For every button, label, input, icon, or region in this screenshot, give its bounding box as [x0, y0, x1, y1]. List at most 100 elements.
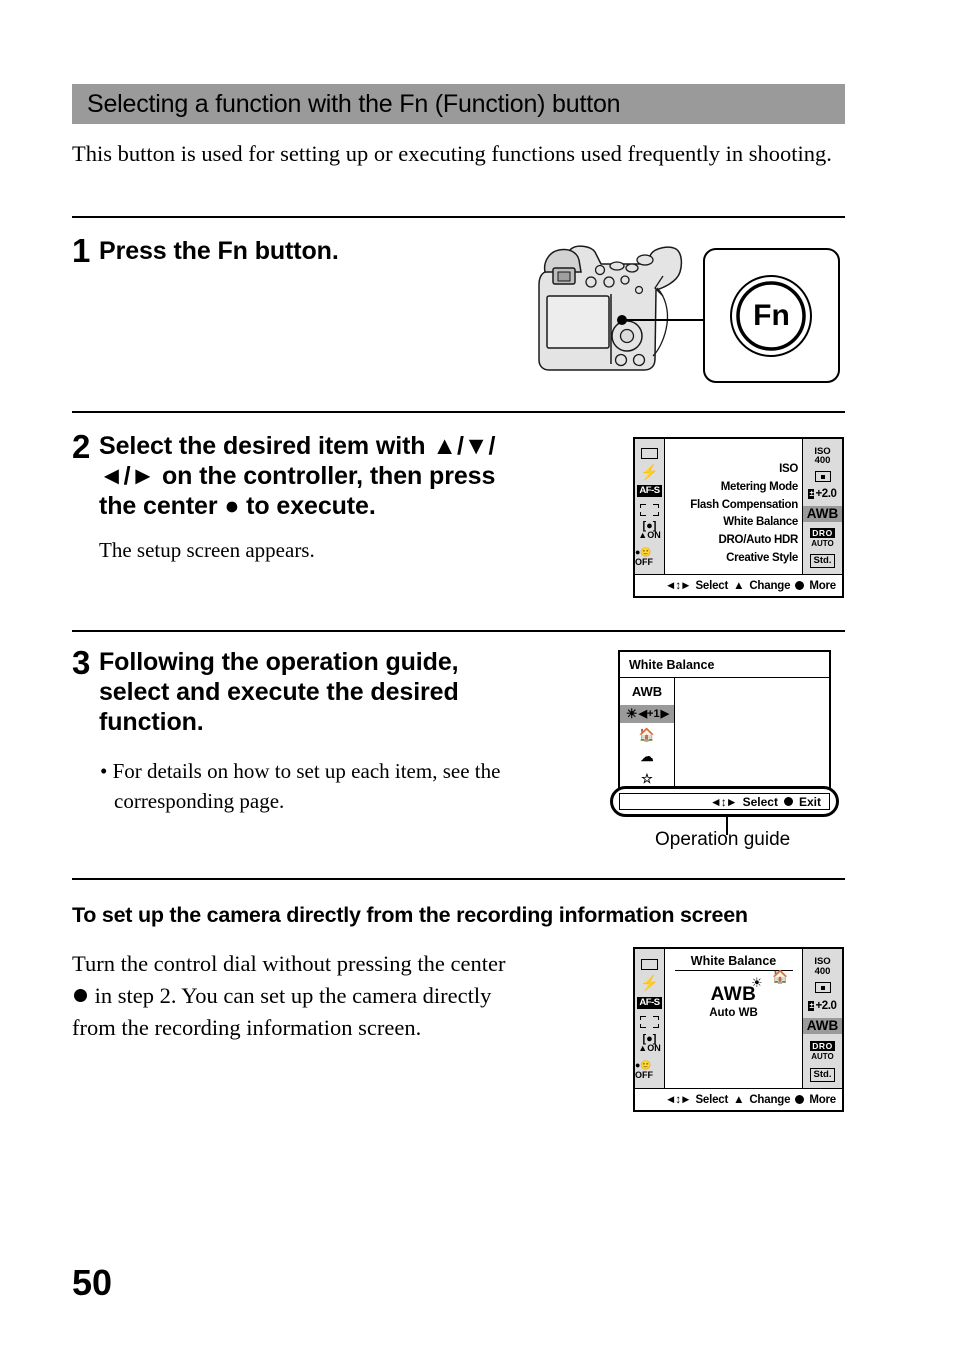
guide-more-label: More	[809, 579, 836, 592]
incandescent-icon: ☆	[641, 771, 653, 787]
cloudy-icon: ☁	[640, 749, 654, 765]
list-item: • For details on how to set up each item…	[100, 759, 501, 813]
intro-paragraph: This button is used for setting up or ex…	[72, 141, 832, 166]
wb-direct-pane: White Balance ☀ 🏠 AWB Auto WB	[665, 949, 802, 1088]
paragraph-part-2: in step 2. You can set up the camera dir…	[72, 983, 492, 1040]
nav-arrows-icon: ◄↕►	[664, 579, 691, 592]
function-menu-list: ISO Metering Mode Flash Compensation Whi…	[690, 461, 798, 568]
nav-arrows-icon: ◄↕►	[664, 1093, 691, 1106]
paragraph-part-1: Turn the control dial without pressing t…	[72, 951, 506, 976]
operation-guide-bar: ◄↕► Select ▲ Change More	[635, 574, 842, 596]
left-status-column: ⚡ AF-S [●] ▲ON ●🙂OFF	[635, 439, 665, 574]
creative-style-value: Std.	[809, 1067, 836, 1082]
wb-overlay-value: AWB	[710, 984, 757, 1005]
center-button-icon	[795, 1095, 805, 1104]
flash-compensation-value: ± +2.0	[808, 488, 837, 501]
guide-select-label: Select	[695, 579, 729, 592]
divider-above-step-1	[72, 216, 845, 218]
wb-option-list: AWB ☀ ◀ +1 ▶ 🏠 ☁ ☆	[620, 678, 675, 788]
step-2-number: 2	[72, 428, 91, 465]
wb-option-daylight[interactable]: ☀ ◀ +1 ▶	[620, 704, 674, 723]
divider-above-direct-section	[72, 878, 845, 880]
flash-comp-badge-icon: ±	[808, 1000, 815, 1011]
af-area-icon	[640, 503, 659, 516]
step-2-subtext: The setup screen appears.	[99, 538, 315, 562]
flash-mode-icon: ⚡	[640, 463, 659, 481]
direct-section-heading: To set up the camera directly from the r…	[72, 903, 748, 927]
wb-option-awb[interactable]: AWB	[620, 683, 674, 701]
guide-more-label: More	[809, 1093, 836, 1106]
rec-info-screen-direct: ⚡ AF-S [●] ▲ON ●🙂OFF White Balance ☀ 🏠 AW…	[633, 947, 844, 1112]
flash-compensation-value: ± +2.0	[808, 999, 837, 1012]
operation-guide-callout: ◄↕► Select Exit	[610, 786, 839, 817]
section-header: Selecting a function with the Fn (Functi…	[72, 84, 845, 124]
drive-mode-icon	[641, 958, 658, 970]
center-button-inline-icon	[74, 989, 87, 1002]
face-detection-icon: ●🙂OFF	[635, 546, 653, 567]
wb-option-shade[interactable]: 🏠	[620, 727, 674, 745]
shade-icon: 🏠	[772, 969, 789, 984]
fn-button-callout: Fn	[703, 248, 840, 383]
dial-icon: ▲	[733, 1093, 745, 1106]
wb-center-button-icon	[783, 797, 793, 806]
white-balance-value: AWB	[803, 1018, 842, 1035]
manual-page: Selecting a function with the Fn (Functi…	[0, 0, 954, 1345]
steadyshot-icon: [●] ▲ON	[638, 520, 661, 541]
center-button-icon	[795, 581, 805, 590]
menu-item-flash-compensation[interactable]: Flash Compensation	[690, 497, 798, 515]
wb-adjust-arrows-icon: ◀	[638, 708, 648, 721]
creative-style-value: Std.	[809, 554, 836, 569]
right-value-column-direct: ISO 400 ± +2.0 AWB DRO AUTO Std.	[802, 949, 842, 1088]
iso-value: ISO 400	[814, 956, 831, 977]
wb-guide-exit-label: Exit	[798, 794, 821, 809]
operation-guide-bar-direct: ◄↕► Select ▲ Change More	[635, 1088, 842, 1110]
dro-value: DRO AUTO	[810, 1041, 835, 1062]
page-number: 50	[72, 1262, 113, 1303]
drive-mode-icon	[641, 448, 658, 460]
menu-item-dro-auto-hdr[interactable]: DRO/Auto HDR	[719, 532, 799, 550]
menu-item-white-balance[interactable]: White Balance	[723, 514, 798, 532]
af-mode-icon: AF-S	[637, 996, 662, 1009]
left-status-column-direct: ⚡ AF-S [●] ▲ON ●🙂OFF	[635, 949, 665, 1088]
guide-change-label: Change	[749, 1093, 791, 1106]
white-balance-overlay: White Balance ☀ 🏠 AWB Auto WB	[665, 949, 802, 1088]
operation-guide-caption: Operation guide	[655, 829, 791, 850]
step-1-heading: Press the Fn button.	[99, 237, 339, 265]
fn-label: Fn	[753, 298, 790, 332]
menu-item-iso[interactable]: ISO	[779, 461, 798, 479]
wb-nav-arrows-icon: ◄↕►	[709, 794, 738, 809]
flash-mode-icon: ⚡	[640, 974, 659, 992]
wb-adjust-arrows-right-icon: ▶	[660, 708, 670, 721]
dial-icon: ▲	[733, 579, 745, 592]
wb-overlay-subvalue: Auto WB	[709, 1007, 758, 1019]
wb-preview-pane	[675, 678, 829, 788]
step-3-number: 3	[72, 644, 91, 681]
guide-select-label: Select	[695, 1093, 729, 1106]
iso-value: ISO 400	[814, 445, 831, 467]
wb-option-cloudy[interactable]: ☁	[620, 748, 674, 766]
right-value-column: ISO 400 ± +2.0 AWB DRO AUTO Std.	[802, 439, 842, 574]
guide-change-label: Change	[749, 579, 791, 592]
white-balance-value: AWB	[803, 505, 842, 522]
steadyshot-icon: [●] ▲ON	[638, 1033, 661, 1054]
spot-metering-icon	[814, 471, 831, 483]
step-3-heading: Following the operation guide, select an…	[99, 648, 459, 736]
shade-icon: 🏠	[638, 727, 656, 743]
divider-above-step-3	[72, 630, 845, 632]
wb-screen-title: White Balance	[620, 652, 829, 678]
daylight-sun-icon: ☀	[625, 705, 638, 721]
menu-item-creative-style[interactable]: Creative Style	[726, 550, 798, 568]
flash-comp-badge-icon: ±	[808, 489, 815, 500]
menu-item-metering-mode[interactable]: Metering Mode	[721, 479, 799, 497]
spot-metering-icon	[814, 982, 831, 994]
af-area-icon	[640, 1016, 659, 1029]
wb-guide-select-label: Select	[742, 794, 778, 809]
face-detection-icon: ●🙂OFF	[635, 1060, 653, 1081]
white-balance-setup-screen: White Balance AWB ☀ ◀ +1 ▶ 🏠 ☁ ☆	[618, 650, 831, 790]
step-2-heading: Select the desired item with ▲/▼/◄/► on …	[99, 432, 496, 520]
menu-area: ISO Metering Mode Flash Compensation Whi…	[665, 439, 802, 574]
divider-above-step-2	[72, 411, 845, 413]
rec-info-screen-step2: ⚡ AF-S [●] ▲ON ●🙂OFF ISO Metering Mode Fl…	[633, 437, 844, 598]
dro-value: DRO AUTO	[810, 528, 835, 549]
step-1-number: 1	[72, 232, 91, 269]
